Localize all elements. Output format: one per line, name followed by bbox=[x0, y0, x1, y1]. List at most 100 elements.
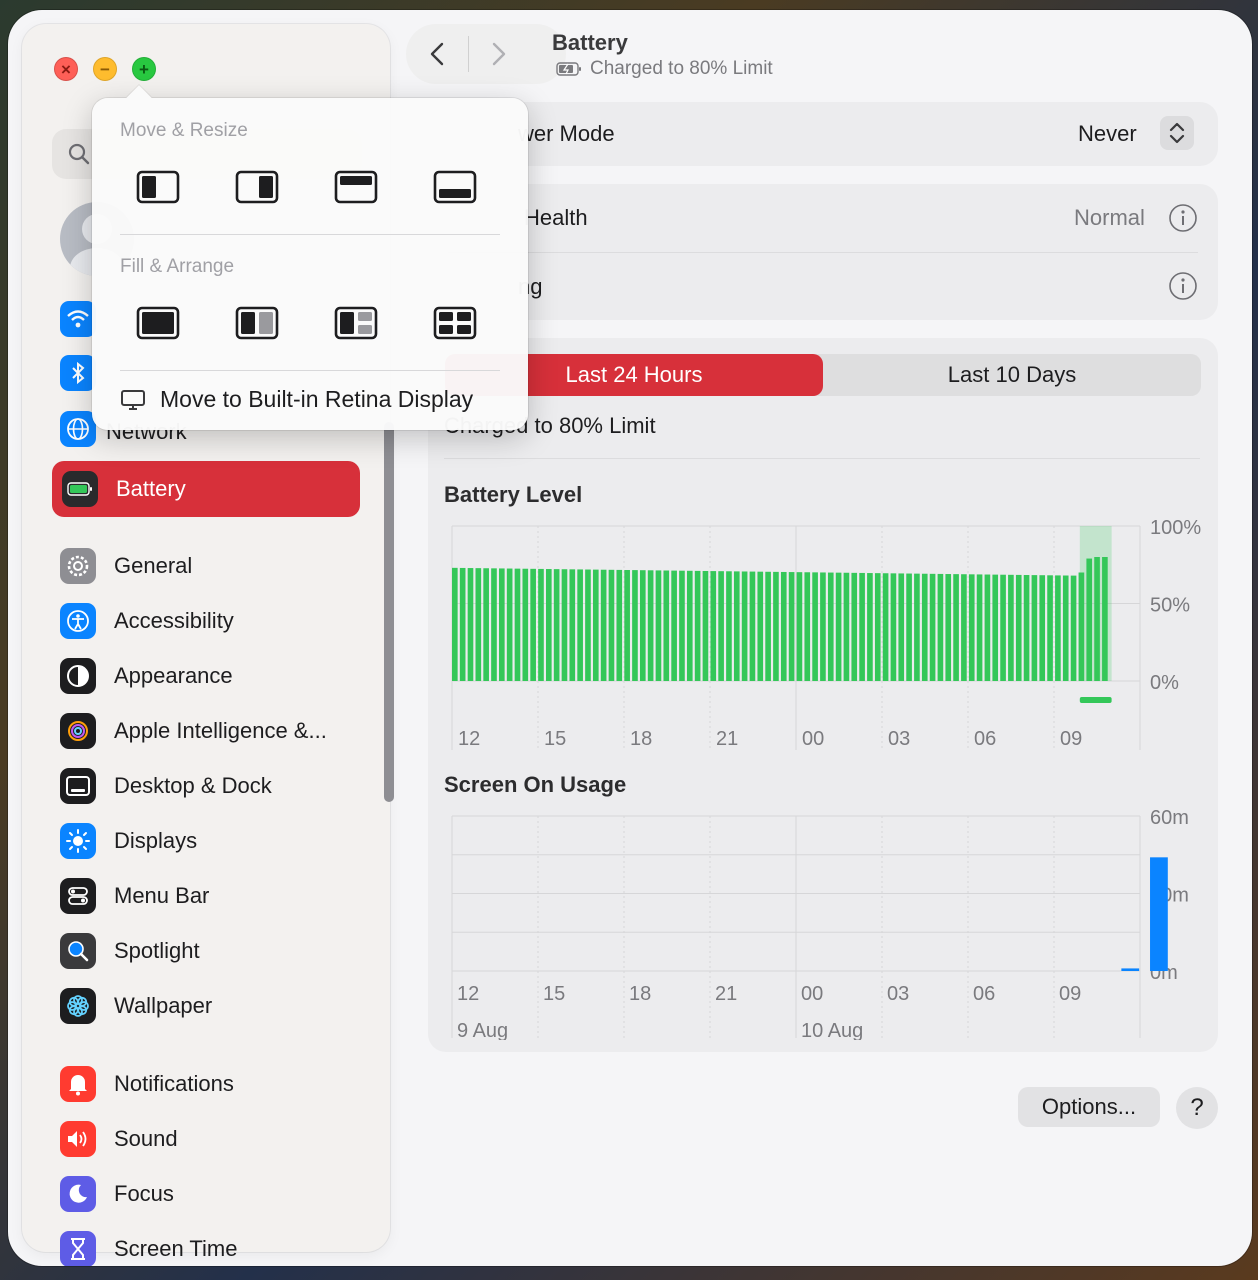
battery-bar bbox=[506, 568, 513, 681]
tile-left-half-icon[interactable] bbox=[136, 170, 180, 204]
sidebar-item-appearance[interactable]: Appearance bbox=[50, 651, 360, 701]
battery-bar bbox=[796, 572, 803, 681]
info-icon[interactable] bbox=[1168, 271, 1198, 301]
sidebar-item-focus[interactable]: Focus bbox=[50, 1169, 360, 1219]
search-icon bbox=[68, 143, 90, 165]
menu-bar-icon bbox=[60, 878, 96, 914]
bluetooth-icon bbox=[60, 355, 96, 391]
battery-bar bbox=[1023, 575, 1030, 681]
battery-bar bbox=[945, 574, 952, 681]
low-power-mode-stepper[interactable] bbox=[1160, 116, 1194, 150]
low-power-mode-value[interactable]: Never bbox=[1078, 121, 1137, 147]
battery-bar bbox=[976, 574, 983, 681]
battery-bar bbox=[765, 571, 771, 681]
sidebar-item-apple-intelligence[interactable]: Apple Intelligence &... bbox=[50, 706, 360, 756]
y-tick-label: 60m bbox=[1150, 807, 1189, 829]
battery-bar bbox=[757, 571, 764, 681]
back-button[interactable] bbox=[428, 42, 448, 66]
arrange-three-icon[interactable] bbox=[334, 306, 378, 340]
battery-bar bbox=[1078, 572, 1085, 681]
sound-icon bbox=[60, 1121, 96, 1157]
sidebar-item-label: Displays bbox=[114, 828, 198, 853]
x-tick-label: 15 bbox=[543, 983, 565, 1005]
tile-top-half-icon[interactable] bbox=[334, 170, 378, 204]
low-power-mode-label: wer Mode bbox=[518, 121, 615, 146]
battery-bar bbox=[686, 570, 693, 681]
tile-right-half-icon[interactable] bbox=[235, 170, 279, 204]
battery-bar bbox=[749, 571, 756, 681]
sidebar-item-general[interactable]: General bbox=[50, 541, 360, 591]
sidebar-item-battery[interactable]: Battery bbox=[52, 461, 360, 517]
page-title: Battery bbox=[552, 30, 628, 55]
battery-bar bbox=[827, 572, 834, 681]
battery-bar bbox=[616, 569, 623, 681]
battery-bar bbox=[961, 574, 967, 681]
battery-bar bbox=[632, 570, 638, 681]
battery-bar bbox=[984, 574, 991, 681]
x-tick-label: 03 bbox=[887, 983, 909, 1005]
battery-bar bbox=[1086, 558, 1093, 681]
battery-bar bbox=[1015, 574, 1022, 681]
sidebar-item-spotlight[interactable]: Spotlight bbox=[50, 926, 360, 976]
info-icon[interactable] bbox=[1168, 203, 1198, 233]
sidebar-item-displays[interactable]: Displays bbox=[50, 816, 360, 866]
sidebar-item-sound[interactable]: Sound bbox=[50, 1114, 360, 1164]
fill-screen-icon[interactable] bbox=[136, 306, 180, 340]
options-button[interactable]: Options... bbox=[1018, 1087, 1160, 1127]
close-button[interactable]: × bbox=[54, 57, 78, 81]
tab-last-10-days[interactable]: Last 10 Days bbox=[823, 354, 1201, 396]
battery-bar bbox=[780, 571, 787, 681]
plus-icon: + bbox=[139, 59, 149, 79]
battery-bar bbox=[498, 568, 505, 681]
sidebar-item-label: Battery bbox=[116, 476, 186, 501]
forward-button[interactable] bbox=[488, 42, 508, 66]
date-label: 9 Aug bbox=[457, 1020, 508, 1040]
battery-bar bbox=[898, 573, 905, 681]
sidebar-item-wallpaper[interactable]: Wallpaper bbox=[50, 981, 360, 1031]
divider bbox=[448, 252, 1198, 253]
battery-bar bbox=[937, 573, 944, 681]
arrange-split-icon[interactable] bbox=[235, 306, 279, 340]
y-tick-label: 100% bbox=[1150, 517, 1201, 539]
move-to-display-item[interactable]: Move to Built-in Retina Display bbox=[120, 386, 473, 413]
sidebar-item-label: Apple Intelligence &... bbox=[114, 718, 327, 743]
wallpaper-icon bbox=[60, 988, 96, 1024]
screen-time-icon bbox=[60, 1231, 96, 1266]
battery-bar bbox=[1031, 575, 1038, 681]
appearance-icon bbox=[60, 658, 96, 694]
battery-bar bbox=[459, 567, 466, 681]
gear-icon bbox=[60, 548, 96, 584]
battery-bar bbox=[835, 572, 842, 681]
sidebar-scrollbar[interactable] bbox=[384, 422, 394, 802]
battery-bar bbox=[773, 571, 779, 681]
date-label: 10 Aug bbox=[801, 1020, 863, 1040]
sidebar-item-desktop-dock[interactable]: Desktop & Dock bbox=[50, 761, 360, 811]
sidebar-item-label: Menu Bar bbox=[114, 883, 210, 908]
battery-bar bbox=[702, 570, 709, 681]
x-tick-label: 18 bbox=[630, 728, 652, 750]
sidebar-item-label: General bbox=[114, 553, 193, 578]
battery-bar bbox=[882, 573, 889, 681]
battery-bar bbox=[545, 569, 552, 681]
sidebar-item-notifications[interactable]: Notifications bbox=[50, 1059, 360, 1109]
sidebar-item-screen-time[interactable]: Screen Time bbox=[50, 1224, 360, 1266]
zoom-button[interactable]: + bbox=[132, 57, 156, 81]
x-tick-label: 21 bbox=[715, 983, 737, 1005]
battery-bar bbox=[874, 573, 881, 681]
minimize-icon: − bbox=[100, 59, 110, 79]
battery-bar bbox=[1055, 575, 1061, 681]
sidebar-item-accessibility[interactable]: Accessibility bbox=[50, 596, 360, 646]
fill-arrange-heading: Fill & Arrange bbox=[120, 256, 235, 277]
battery-charging-icon bbox=[556, 62, 581, 76]
x-tick-label: 09 bbox=[1060, 728, 1082, 750]
arrange-quarters-icon[interactable] bbox=[433, 306, 477, 340]
battery-bar bbox=[1094, 557, 1100, 681]
tile-bottom-half-icon[interactable] bbox=[433, 170, 477, 204]
battery-bar bbox=[992, 574, 999, 681]
help-button[interactable]: ? bbox=[1176, 1087, 1218, 1129]
minimize-button[interactable]: − bbox=[93, 57, 117, 81]
sidebar-item-menu-bar[interactable]: Menu Bar bbox=[50, 871, 360, 921]
x-tick-label: 06 bbox=[974, 728, 996, 750]
wifi-icon bbox=[60, 301, 96, 337]
battery-bar bbox=[600, 569, 607, 681]
